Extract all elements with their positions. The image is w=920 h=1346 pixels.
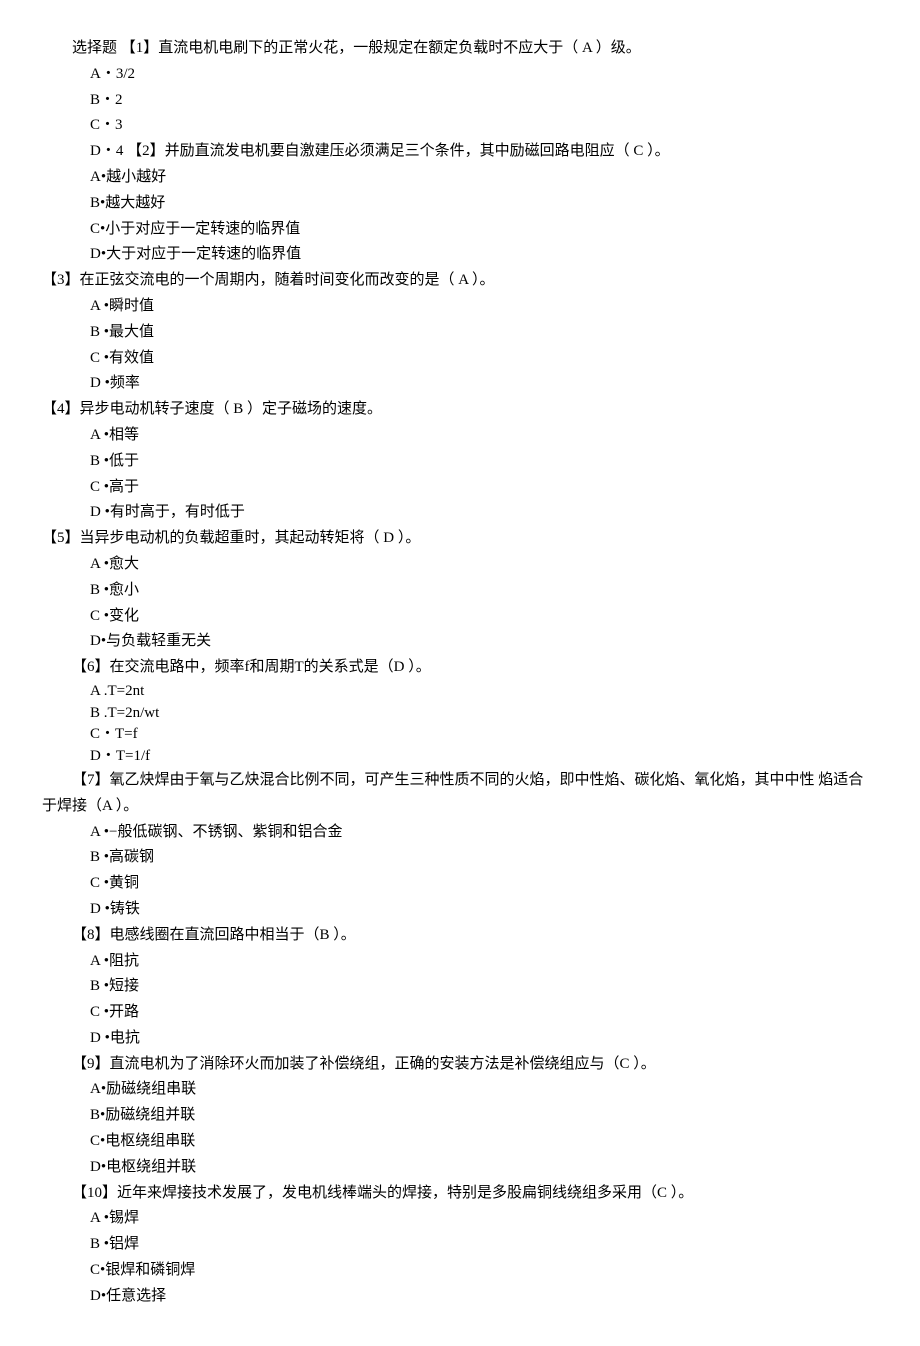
q9-option-a: A•励磁绕组串联 <box>90 1077 878 1103</box>
q4-option-b: B •低于 <box>90 449 878 475</box>
q7-option-b: B •高碳钢 <box>90 845 878 871</box>
q3-option-c: C •有效值 <box>90 346 878 372</box>
q8-option-d: D •电抗 <box>90 1026 878 1052</box>
q4-option-c: C •高于 <box>90 475 878 501</box>
q6-option-b: B .T=2n/wt <box>90 703 878 725</box>
q4-option-d: D •有时高于，有时低于 <box>90 500 878 526</box>
q2-option-c: C•小于对应于一定转速的临界值 <box>90 217 878 243</box>
q1-option-c: C・3 <box>90 113 878 139</box>
q8-option-b: B •短接 <box>90 974 878 1000</box>
q5-option-d: D•与负载轻重无关 <box>90 629 878 655</box>
q9-option-d: D•电枢绕组并联 <box>90 1155 878 1181</box>
q8-stem: 【8】电感线圈在直流回路中相当于（B ）。 <box>42 923 878 949</box>
q7-option-d: D •铸铁 <box>90 897 878 923</box>
q10-option-c: C•银焊和磷铜焊 <box>90 1258 878 1284</box>
q2-option-a: A•越小越好 <box>90 165 878 191</box>
q3-stem: 【3】在正弦交流电的一个周期内，随着时间变化而改变的是（ A ）。 <box>42 268 878 294</box>
q5-option-c: C •变化 <box>90 604 878 630</box>
q1-stem: 选择题 【1】直流电机电刷下的正常火花，一般规定在额定负载时不应大于（ A ）级… <box>42 36 878 62</box>
q3-option-d: D •频率 <box>90 371 878 397</box>
q7-option-a: A •−般低碳钢、不锈钢、紫铜和铝合金 <box>90 820 878 846</box>
q3-option-a: A •瞬时值 <box>90 294 878 320</box>
q10-option-b: B •铝焊 <box>90 1232 878 1258</box>
q10-stem: 【10】近年来焊接技术发展了，发电机线棒端头的焊接，特别是多股扁铜线绕组多采用（… <box>42 1181 878 1207</box>
q8-option-a: A •阻抗 <box>90 949 878 975</box>
q1-option-a: A・3/2 <box>90 62 878 88</box>
q1-option-b: B・2 <box>90 88 878 114</box>
q10-option-a: A •锡焊 <box>90 1206 878 1232</box>
q9-stem: 【9】直流电机为了消除环火而加装了补偿绕组，正确的安装方法是补偿绕组应与（C ）… <box>42 1052 878 1078</box>
q10-option-d: D•任意选择 <box>90 1284 878 1310</box>
q6-option-a: A .T=2nt <box>90 681 878 703</box>
q7-stem: 【7】氧乙炔焊由于氧与乙炔混合比例不同，可产生三种性质不同的火焰，即中性焰、碳化… <box>42 768 878 820</box>
q1-option-d-and-q2-stem: D・4 【2】并励直流发电机要自激建压必须满足三个条件，其中励磁回路电阻应（ C… <box>90 139 878 165</box>
q6-option-c: C・T=f <box>90 724 878 746</box>
q7-option-c: C •黄铜 <box>90 871 878 897</box>
q9-option-b: B•励磁绕组并联 <box>90 1103 878 1129</box>
q2-option-d: D•大于对应于一定转速的临界值 <box>90 242 878 268</box>
q5-option-b: B •愈小 <box>90 578 878 604</box>
q3-option-b: B •最大值 <box>90 320 878 346</box>
q9-option-c: C•电枢绕组串联 <box>90 1129 878 1155</box>
q8-option-c: C •开路 <box>90 1000 878 1026</box>
q4-stem: 【4】异步电动机转子速度（ B ）定子磁场的速度。 <box>42 397 878 423</box>
q5-option-a: A •愈大 <box>90 552 878 578</box>
q4-option-a: A •相等 <box>90 423 878 449</box>
q5-stem: 【5】当异步电动机的负载超重时，其起动转矩将（ D ）。 <box>42 526 878 552</box>
q2-option-b: B•越大越好 <box>90 191 878 217</box>
q6-option-d: D・T=1/f <box>90 746 878 768</box>
q6-stem: 【6】在交流电路中，频率f和周期T的关系式是（D ）。 <box>42 655 878 681</box>
